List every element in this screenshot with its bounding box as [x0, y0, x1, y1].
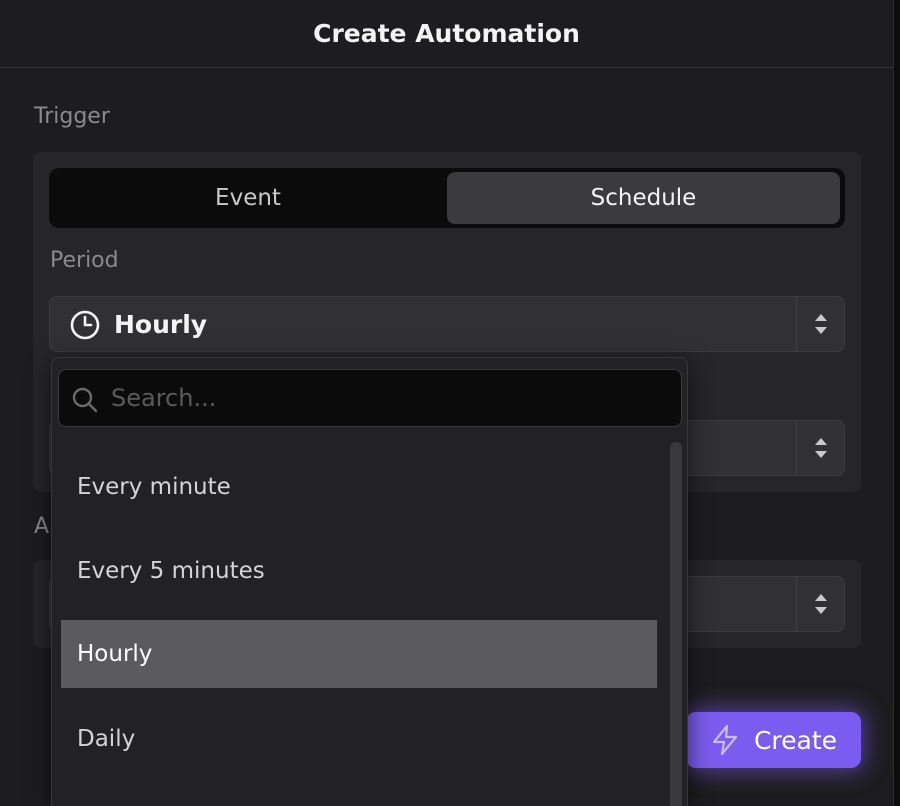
- period-dropdown: Every minute Every 5 minutes Hourly Dail…: [51, 357, 688, 806]
- modal-title: Create Automation: [0, 0, 893, 68]
- chevron-up-down-icon: [814, 438, 827, 458]
- chevron-up-down-icon: [814, 314, 827, 334]
- create-button-label: Create: [753, 725, 838, 755]
- period-label: Period: [50, 248, 119, 273]
- period-select-stepper[interactable]: [796, 297, 844, 351]
- trigger-label: Trigger: [34, 104, 110, 129]
- page: Create Automation Trigger Event Schedule…: [0, 0, 900, 806]
- option-every-minute[interactable]: Every minute: [61, 453, 657, 521]
- option-every-5-minutes[interactable]: Every 5 minutes: [61, 537, 657, 605]
- create-button[interactable]: Create: [686, 712, 861, 768]
- search-input[interactable]: [111, 370, 671, 426]
- dropdown-scrollbar[interactable]: [670, 442, 682, 806]
- option-hourly[interactable]: Hourly: [61, 620, 657, 688]
- period-select-value: Hourly: [114, 309, 208, 339]
- trigger-type-segmented-control: Event Schedule: [49, 168, 845, 228]
- create-automation-modal: Create Automation Trigger Event Schedule…: [0, 0, 894, 806]
- dropdown-search[interactable]: [58, 369, 682, 427]
- tab-schedule[interactable]: Schedule: [447, 172, 840, 224]
- tab-event[interactable]: Event: [53, 172, 443, 224]
- period-select[interactable]: Hourly: [49, 296, 845, 352]
- chevron-up-down-icon: [814, 594, 827, 614]
- lightning-icon: [712, 724, 738, 756]
- option-daily[interactable]: Daily: [61, 705, 657, 773]
- action-select-stepper[interactable]: [796, 577, 844, 631]
- action-label: A: [34, 514, 50, 539]
- schedule-option-stepper[interactable]: [796, 421, 844, 475]
- clock-icon: [70, 310, 100, 340]
- search-icon: [72, 387, 98, 413]
